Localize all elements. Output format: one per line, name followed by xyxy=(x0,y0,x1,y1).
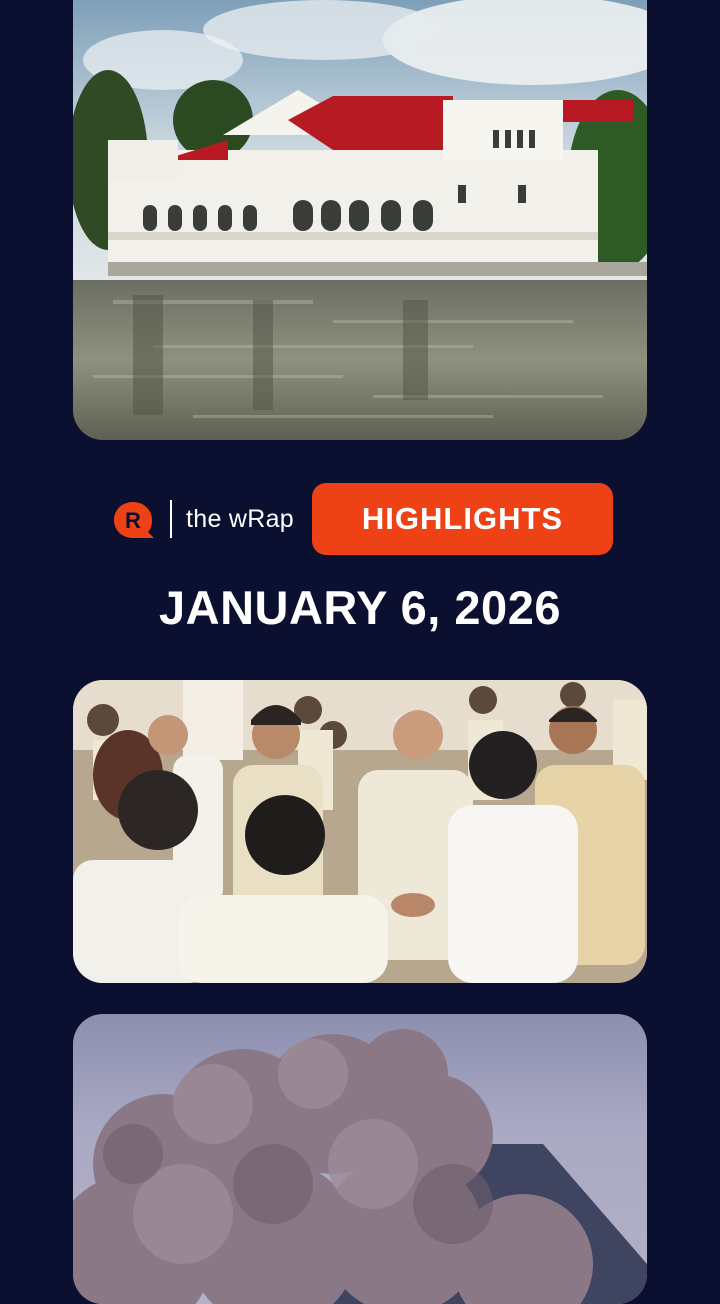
story-image-officials[interactable] xyxy=(73,680,647,983)
date-heading: JANUARY 6, 2026 xyxy=(159,581,561,634)
highlights-badge: HIGHLIGHTS xyxy=(312,483,613,555)
show-name: the wRap xyxy=(186,505,295,533)
brand-divider xyxy=(170,500,172,538)
rappler-logo-icon: R xyxy=(114,502,154,538)
story-image-volcano[interactable] xyxy=(73,1014,647,1304)
volcanic-ash-plume-photo xyxy=(73,1014,647,1304)
story-image-palace[interactable] xyxy=(73,0,647,440)
palace-by-river-photo xyxy=(73,0,647,440)
brand-row: R the wRap HIGHLIGHTS xyxy=(112,483,614,555)
officials-greeting-photo xyxy=(73,680,647,983)
svg-text:R: R xyxy=(125,508,141,533)
